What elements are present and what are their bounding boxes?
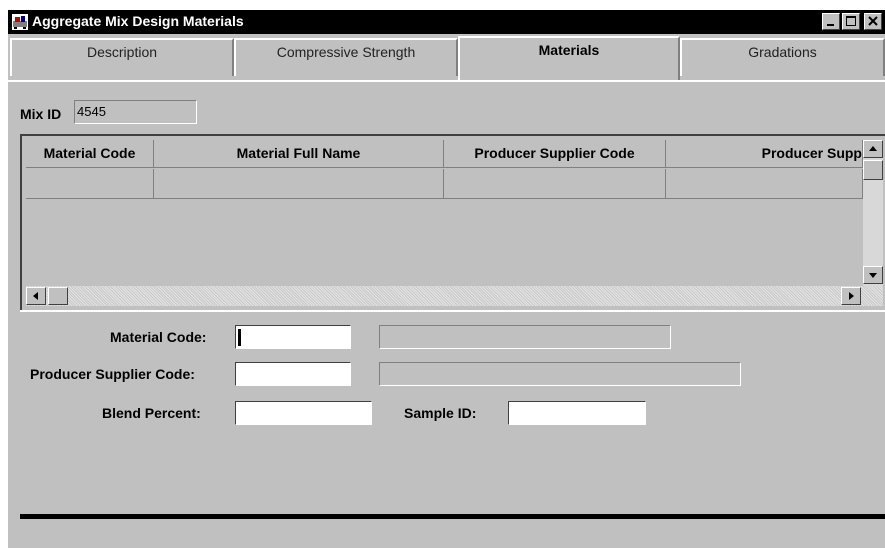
tab-compressive-strength[interactable]: Compressive Strength [234, 38, 458, 76]
tab-gradations[interactable]: Gradations [680, 38, 885, 76]
maximize-icon [846, 16, 856, 26]
horizontal-scroll-thumb[interactable] [48, 287, 68, 305]
producer-supplier-name-field [379, 362, 741, 386]
table-cell[interactable] [26, 169, 154, 199]
scroll-down-button[interactable] [863, 266, 883, 284]
table-cell[interactable] [666, 169, 863, 199]
arrow-left-icon [33, 292, 38, 300]
material-full-name-field [379, 325, 671, 349]
table-cell[interactable] [444, 169, 666, 199]
tab-bar: Description Compressive Strength Materia… [8, 34, 885, 90]
materials-grid: Material Code Material Full Name Produce… [20, 134, 885, 310]
blend-percent-field[interactable] [235, 401, 372, 425]
sample-id-label: Sample ID: [404, 405, 477, 421]
close-button[interactable] [864, 13, 882, 30]
arrow-right-icon [849, 292, 854, 300]
scroll-left-button[interactable] [26, 287, 46, 305]
column-header-material-code[interactable]: Material Code [26, 140, 154, 168]
window-title: Aggregate Mix Design Materials [32, 13, 244, 29]
arrow-down-icon [869, 273, 877, 278]
close-icon [868, 16, 878, 26]
horizontal-scrollbar[interactable] [26, 286, 883, 306]
producer-supplier-code-label: Producer Supplier Code: [30, 366, 195, 382]
material-code-field[interactable] [235, 325, 351, 349]
maximize-button[interactable] [842, 13, 860, 30]
main-window: Aggregate Mix Design Materials Descripti… [8, 10, 885, 548]
text-cursor [238, 329, 241, 346]
tab-description[interactable]: Description [10, 38, 234, 76]
app-icon [12, 14, 28, 30]
mix-id-field[interactable]: 4545 [74, 100, 197, 124]
producer-supplier-code-field[interactable] [235, 362, 351, 386]
tab-baseline [8, 80, 885, 82]
minimize-icon [827, 24, 834, 26]
table-cell[interactable] [154, 169, 444, 199]
column-header-producer-supplier-name[interactable]: Producer Supp [666, 140, 863, 168]
vertical-scroll-thumb[interactable] [863, 160, 883, 180]
sample-id-field[interactable] [508, 401, 646, 425]
vertical-scrollbar[interactable] [863, 140, 883, 288]
scroll-up-button[interactable] [863, 140, 883, 158]
tab-materials[interactable]: Materials [458, 36, 680, 80]
panel-divider [20, 514, 885, 519]
title-bar[interactable]: Aggregate Mix Design Materials [8, 10, 885, 34]
column-header-material-full-name[interactable]: Material Full Name [154, 140, 444, 168]
blend-percent-label: Blend Percent: [102, 405, 201, 421]
mix-id-label: Mix ID [20, 106, 62, 122]
detail-panel: Material Code: Producer Supplier Code: B… [20, 310, 885, 518]
material-code-label: Material Code: [110, 329, 207, 345]
scroll-right-button[interactable] [841, 287, 861, 305]
minimize-button[interactable] [822, 13, 840, 30]
column-header-producer-supplier-code[interactable]: Producer Supplier Code [444, 140, 666, 168]
arrow-up-icon [869, 146, 877, 151]
